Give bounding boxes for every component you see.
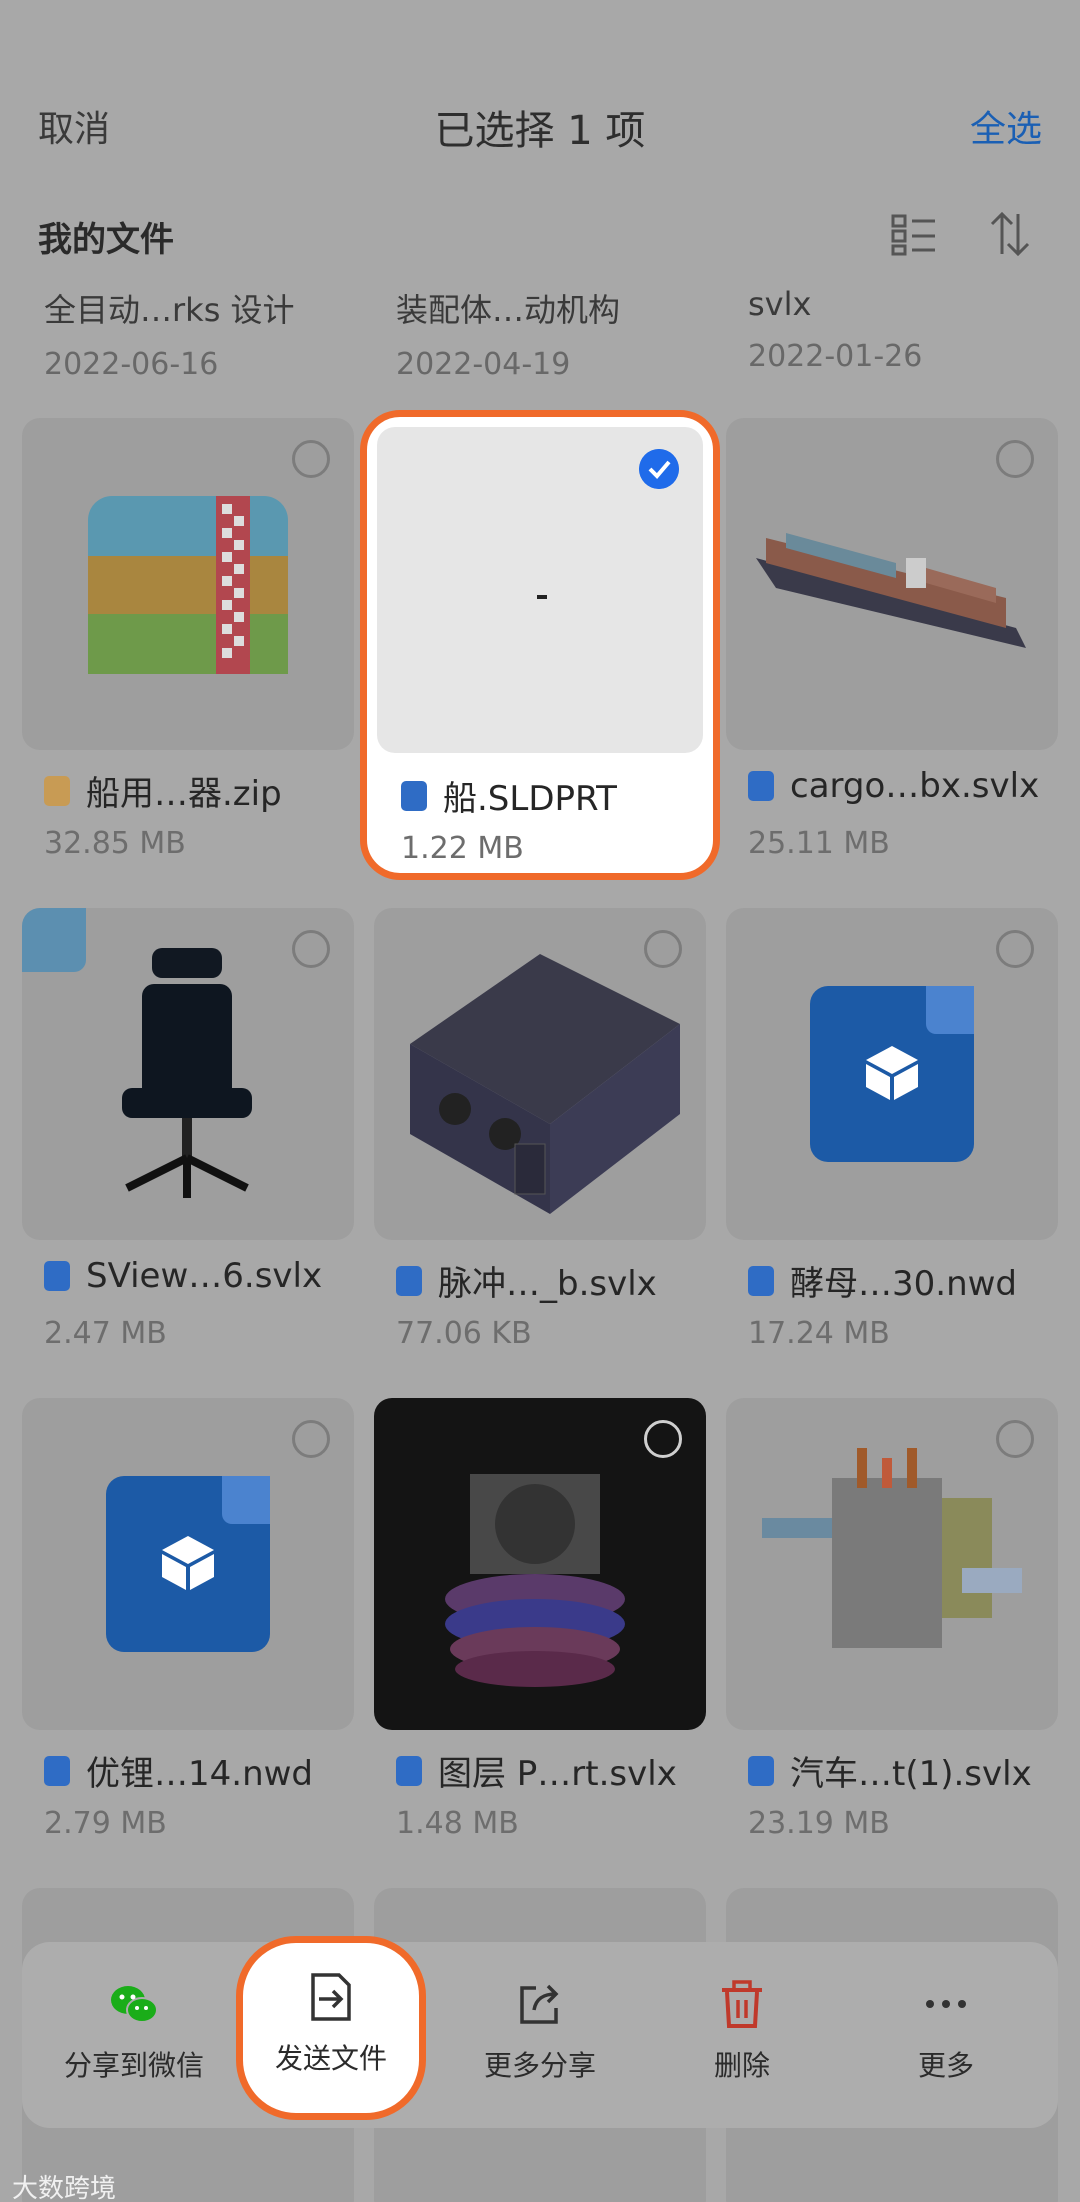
trash-icon: [722, 1980, 762, 2028]
send-file-highlight: 发送文件: [236, 1936, 426, 2120]
file-card-selected[interactable]: 船.SLDPRT 1.22 MB: [360, 410, 720, 880]
action-label: 更多分享: [483, 2049, 596, 2082]
model-file-icon: [401, 780, 427, 811]
select-radio[interactable]: [644, 930, 682, 968]
file-size: 77.06 KB: [396, 1316, 532, 1351]
share-icon: [520, 1984, 559, 2024]
list-item[interactable]: 装配体…动机构 2022-04-19: [396, 285, 726, 382]
previous-row: 全目动…rks 设计 2022-06-16 装配体…动机构 2022-04-19…: [0, 285, 1080, 385]
file-thumbnail: [22, 418, 354, 750]
file-thumbnail: [374, 1398, 706, 1730]
car-mold-image: [762, 1448, 1022, 1648]
send-file-icon: [311, 1973, 351, 2021]
send-file-button[interactable]: 发送文件: [241, 1971, 421, 2077]
cargo-ship-image: [756, 533, 1026, 648]
model-file-icon: [748, 1265, 774, 1296]
wechat-icon: [111, 1986, 158, 2023]
file-name: 酵母…30.nwd: [790, 1264, 1018, 1304]
list-item[interactable]: svlx 2022-01-26: [748, 285, 1078, 374]
file-selection-screen: 取消 已选择 1 项 全选 我的文件 全目动…rks 设计 2022-06-16…: [0, 0, 1080, 2202]
action-label: 删除: [713, 2049, 770, 2082]
select-radio[interactable]: [292, 930, 330, 968]
file-thumbnail: [726, 908, 1058, 1240]
file-name: 脉冲…_b.svlx: [438, 1264, 657, 1304]
zip-archive-icon: [88, 496, 288, 674]
file-size: 23.19 MB: [748, 1806, 890, 1841]
section-title: 我的文件: [38, 220, 174, 260]
file-name: 船用…器.zip: [86, 774, 282, 814]
file-name: SView…6.svlx: [86, 1256, 323, 1296]
file-name: cargo…bx.svlx: [790, 766, 1040, 806]
select-all-button[interactable]: 全选: [970, 100, 1042, 152]
file-thumbnail: [726, 1398, 1058, 1730]
action-label: 发送文件: [274, 2042, 387, 2075]
file-size: 1.48 MB: [396, 1806, 519, 1841]
pulse-device-image: [410, 954, 680, 1214]
model-file-icon: [748, 1755, 774, 1786]
file-size: 1.22 MB: [401, 831, 524, 866]
share-wechat-button[interactable]: 分享到微信: [44, 1978, 224, 2084]
file-thumbnail: [726, 418, 1058, 750]
sort-icon[interactable]: [986, 210, 1034, 258]
office-chair-image: [122, 948, 252, 1198]
action-label: 分享到微信: [63, 2049, 204, 2082]
file-thumbnail: [374, 908, 706, 1240]
list-item[interactable]: 全目动…rks 设计 2022-06-16: [44, 285, 374, 382]
file-thumbnail: [22, 908, 354, 1240]
file-size: 17.24 MB: [748, 1316, 890, 1351]
file-name: 汽车…t(1).svlx: [790, 1754, 1032, 1794]
select-radio[interactable]: [644, 1420, 682, 1458]
select-radio[interactable]: [292, 1420, 330, 1458]
select-radio[interactable]: [292, 440, 330, 478]
model-document-icon: [810, 986, 974, 1162]
file-thumbnail: [22, 1398, 354, 1730]
cube-icon: [866, 1046, 918, 1100]
model-file-icon: [396, 1755, 422, 1786]
file-size: 25.11 MB: [748, 826, 890, 861]
selection-title: 已选择 1 项: [434, 108, 646, 154]
model-document-icon: [106, 1476, 270, 1652]
cube-icon: [162, 1536, 214, 1590]
select-radio[interactable]: [996, 440, 1034, 478]
watermark-text: 大数跨境: [12, 2174, 117, 2202]
select-radio[interactable]: [996, 1420, 1034, 1458]
file-size: 32.85 MB: [44, 826, 186, 861]
more-button[interactable]: 更多: [856, 1978, 1036, 2084]
app-badge-icon: [22, 908, 86, 972]
model-file-icon: [396, 1265, 422, 1296]
model-file-icon: [44, 1755, 70, 1786]
file-name: 图层 P…rt.svlx: [438, 1754, 677, 1794]
action-label: 更多: [917, 2049, 974, 2082]
action-bar: 分享到微信 更多分享 删除 更多: [22, 1942, 1058, 2128]
more-share-button[interactable]: 更多分享: [450, 1978, 630, 2084]
model-file-icon: [748, 771, 774, 801]
file-name: 船.SLDPRT: [443, 779, 617, 819]
file-size: 2.79 MB: [44, 1806, 167, 1841]
file-thumbnail: [377, 427, 703, 753]
file-size: 2.47 MB: [44, 1316, 167, 1351]
checked-icon[interactable]: [639, 449, 679, 489]
list-view-icon[interactable]: [890, 210, 938, 258]
layer-part-image: [445, 1474, 625, 1687]
more-dots-icon: [926, 2000, 966, 2008]
top-bar: 取消 已选择 1 项 全选: [0, 90, 1080, 160]
select-radio[interactable]: [996, 930, 1034, 968]
model-file-icon: [44, 1261, 70, 1291]
zip-icon: [44, 775, 70, 806]
delete-button[interactable]: 删除: [652, 1978, 832, 2084]
file-name: 优锂…14.nwd: [86, 1754, 314, 1794]
